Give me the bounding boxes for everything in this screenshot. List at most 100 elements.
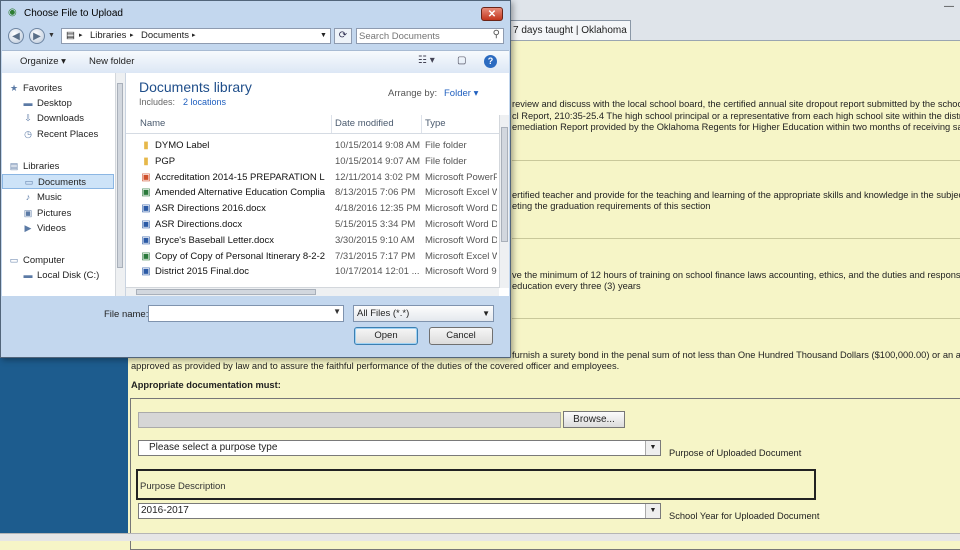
local-disk-icon: ▬ <box>23 270 33 280</box>
file-row[interactable]: ▣ Bryce's Baseball Letter.docx 3/30/2015 9… <box>126 233 500 249</box>
nav-scrollbar[interactable] <box>115 73 125 296</box>
pictures-icon: ▣ <box>23 208 33 218</box>
file-name: District 2015 Final.doc <box>155 266 249 278</box>
nav-item-label: Computer <box>23 255 65 266</box>
scrollbar-thumb[interactable] <box>136 289 316 295</box>
file-name: ASR Directions 2016.docx <box>155 203 266 215</box>
file-type-select[interactable]: All Files (*.*) ▼ <box>353 305 494 322</box>
section-divider <box>512 318 960 319</box>
school-year-select[interactable]: 2016-2017 ▼ <box>138 503 661 519</box>
history-dropdown-icon[interactable]: ▼ <box>48 32 55 39</box>
nav-item-recent-places[interactable]: ◷ Recent Places <box>2 127 125 142</box>
file-row[interactable]: ▣ ASR Directions 2016.docx 4/18/2016 12:35… <box>126 201 500 217</box>
file-type: File folder <box>425 155 467 167</box>
address-dropdown-icon[interactable]: ▼ <box>320 29 327 43</box>
file-name: PGP <box>155 155 176 167</box>
file-type: File folder <box>425 140 467 151</box>
preview-pane-icon[interactable]: ▢ <box>457 55 466 66</box>
file-type: Microsoft Excel W <box>425 250 497 262</box>
chevron-down-icon: ▼ <box>645 504 660 518</box>
school-year-value: 2016-2017 <box>141 505 189 516</box>
file-list-pane: Documents library Includes: 2 locations … <box>126 73 509 296</box>
dialog-title: Choose File to Upload <box>24 8 123 19</box>
browser-tab[interactable]: 7 days taught | Oklahoma ... <box>506 20 631 40</box>
cancel-button[interactable]: Cancel <box>429 327 493 345</box>
close-button[interactable]: ✕ <box>481 7 503 21</box>
file-type: Microsoft Word D <box>425 234 497 246</box>
nav-item-label: Libraries <box>23 161 60 172</box>
file-row[interactable]: ▣ District 2015 Final.doc 10/17/2014 12:01… <box>126 264 500 280</box>
change-view-icon[interactable]: ☷ ▾ <box>418 55 435 66</box>
nav-item-documents[interactable]: ▭ Documents <box>2 174 114 189</box>
back-arrow-icon[interactable]: ◀ <box>8 28 24 44</box>
powerpoint-file-icon: ▣ <box>141 171 151 183</box>
documentation-heading: Appropriate documentation must: <box>131 380 281 390</box>
breadcrumb-libraries[interactable]: Libraries <box>90 29 126 43</box>
help-icon[interactable]: ? <box>484 55 497 68</box>
chevron-down-icon: ▼ <box>645 441 660 455</box>
column-date-modified[interactable]: Date modified <box>335 118 394 129</box>
file-date-modified: 10/15/2014 9:07 AM <box>335 155 421 167</box>
search-input[interactable] <box>359 30 485 42</box>
includes-label: Includes: <box>139 97 176 107</box>
nav-item-favorites[interactable]: ★ Favorites <box>2 81 120 96</box>
purpose-type-select[interactable]: Please select a purpose type ▼ <box>138 440 661 456</box>
file-upload-dialog: ◉ Choose File to Upload ✕ ◀ ▶ ▼ ▤ ▸ Libr… <box>0 0 511 358</box>
file-list-horizontal-scrollbar[interactable] <box>126 287 499 296</box>
file-list-vertical-scrollbar[interactable] <box>499 115 509 288</box>
downloads-icon: ⇩ <box>24 113 32 123</box>
file-row[interactable]: ▣ Accreditation 2014-15 PREPARATION LIS..… <box>126 170 500 186</box>
file-row[interactable]: ▮ PGP 10/15/2014 9:07 AM File folder <box>126 154 500 170</box>
nav-item-videos[interactable]: ▶ Videos <box>2 221 125 236</box>
open-button[interactable]: Open <box>354 327 418 345</box>
file-row[interactable]: ▣ ASR Directions.docx 5/15/2015 3:34 PM Mic… <box>126 217 500 233</box>
library-folder-icon: ▤ <box>66 30 75 41</box>
nav-item-libraries[interactable]: ▤ Libraries <box>2 159 120 174</box>
dialog-toolbar: Organize ▾ New folder ☷ ▾ ▢ ? <box>2 50 509 74</box>
column-name[interactable]: Name <box>140 118 165 129</box>
purpose-description-field[interactable]: Purpose Description <box>136 469 816 500</box>
nav-item-pictures[interactable]: ▣ Pictures <box>2 206 125 221</box>
dialog-title-bar[interactable]: ◉ Choose File to Upload ✕ <box>1 1 510 25</box>
column-type[interactable]: Type <box>425 118 446 129</box>
nav-item-downloads[interactable]: ⇩ Downloads <box>2 111 125 126</box>
file-type: Microsoft Word D <box>425 219 497 230</box>
file-name-label: File name: <box>104 309 149 320</box>
new-folder-button[interactable]: New folder <box>89 56 134 67</box>
section-divider <box>512 238 960 239</box>
chevron-right-icon: ▸ <box>192 32 196 39</box>
search-icon[interactable]: ⚲ <box>493 29 500 40</box>
file-date-modified: 10/17/2014 12:01 ... <box>335 266 420 278</box>
upload-file-path-field[interactable] <box>138 412 561 428</box>
file-name: ASR Directions.docx <box>155 219 243 230</box>
library-locations-link[interactable]: 2 locations <box>183 97 226 107</box>
nav-item-label: Local Disk (C:) <box>37 270 100 281</box>
breadcrumb-documents[interactable]: Documents <box>141 29 189 43</box>
scrollbar-thumb[interactable] <box>501 127 508 242</box>
purpose-description-label: Purpose Description <box>140 481 226 492</box>
search-field[interactable]: ⚲ <box>356 28 504 44</box>
arrange-by-dropdown[interactable]: Folder ▾ <box>444 88 478 99</box>
nav-item-music[interactable]: ♪ Music <box>2 190 125 205</box>
nav-item-computer[interactable]: ▭ Computer <box>2 253 120 268</box>
nav-item-desktop[interactable]: ▬ Desktop <box>2 96 125 111</box>
chevron-down-icon: ▼ <box>482 309 490 318</box>
refresh-icon[interactable]: ⟳ <box>334 28 352 44</box>
nav-item-local-disk-c[interactable]: ▬ Local Disk (C:) <box>2 268 125 283</box>
column-divider[interactable] <box>331 115 332 133</box>
address-bar[interactable]: ▤ ▸ Libraries ▸ Documents ▸ ▼ <box>61 28 331 44</box>
browse-button[interactable]: Browse... <box>563 411 625 428</box>
file-row[interactable]: ▣ Copy of Copy of Personal Itinerary 8-2-… <box>126 249 500 265</box>
forward-arrow-icon[interactable]: ▶ <box>29 28 45 44</box>
chevron-down-icon[interactable]: ▼ <box>333 307 341 316</box>
browser-minimize-button[interactable]: — <box>944 2 956 12</box>
column-divider[interactable] <box>421 115 422 133</box>
organize-button[interactable]: Organize ▾ <box>20 56 66 67</box>
file-row[interactable]: ▮ DYMO Label 10/15/2014 9:08 AM File folder <box>126 138 500 154</box>
file-row[interactable]: ▣ Amended Alternative Education Complia..… <box>126 185 500 201</box>
nav-scrollbar-thumb[interactable] <box>117 83 123 268</box>
nav-item-label: Favorites <box>23 83 63 94</box>
page-text: emediation Report provided by the Oklaho… <box>512 122 960 132</box>
file-name-input[interactable] <box>151 307 327 320</box>
file-name-field[interactable]: ▼ <box>148 305 344 322</box>
